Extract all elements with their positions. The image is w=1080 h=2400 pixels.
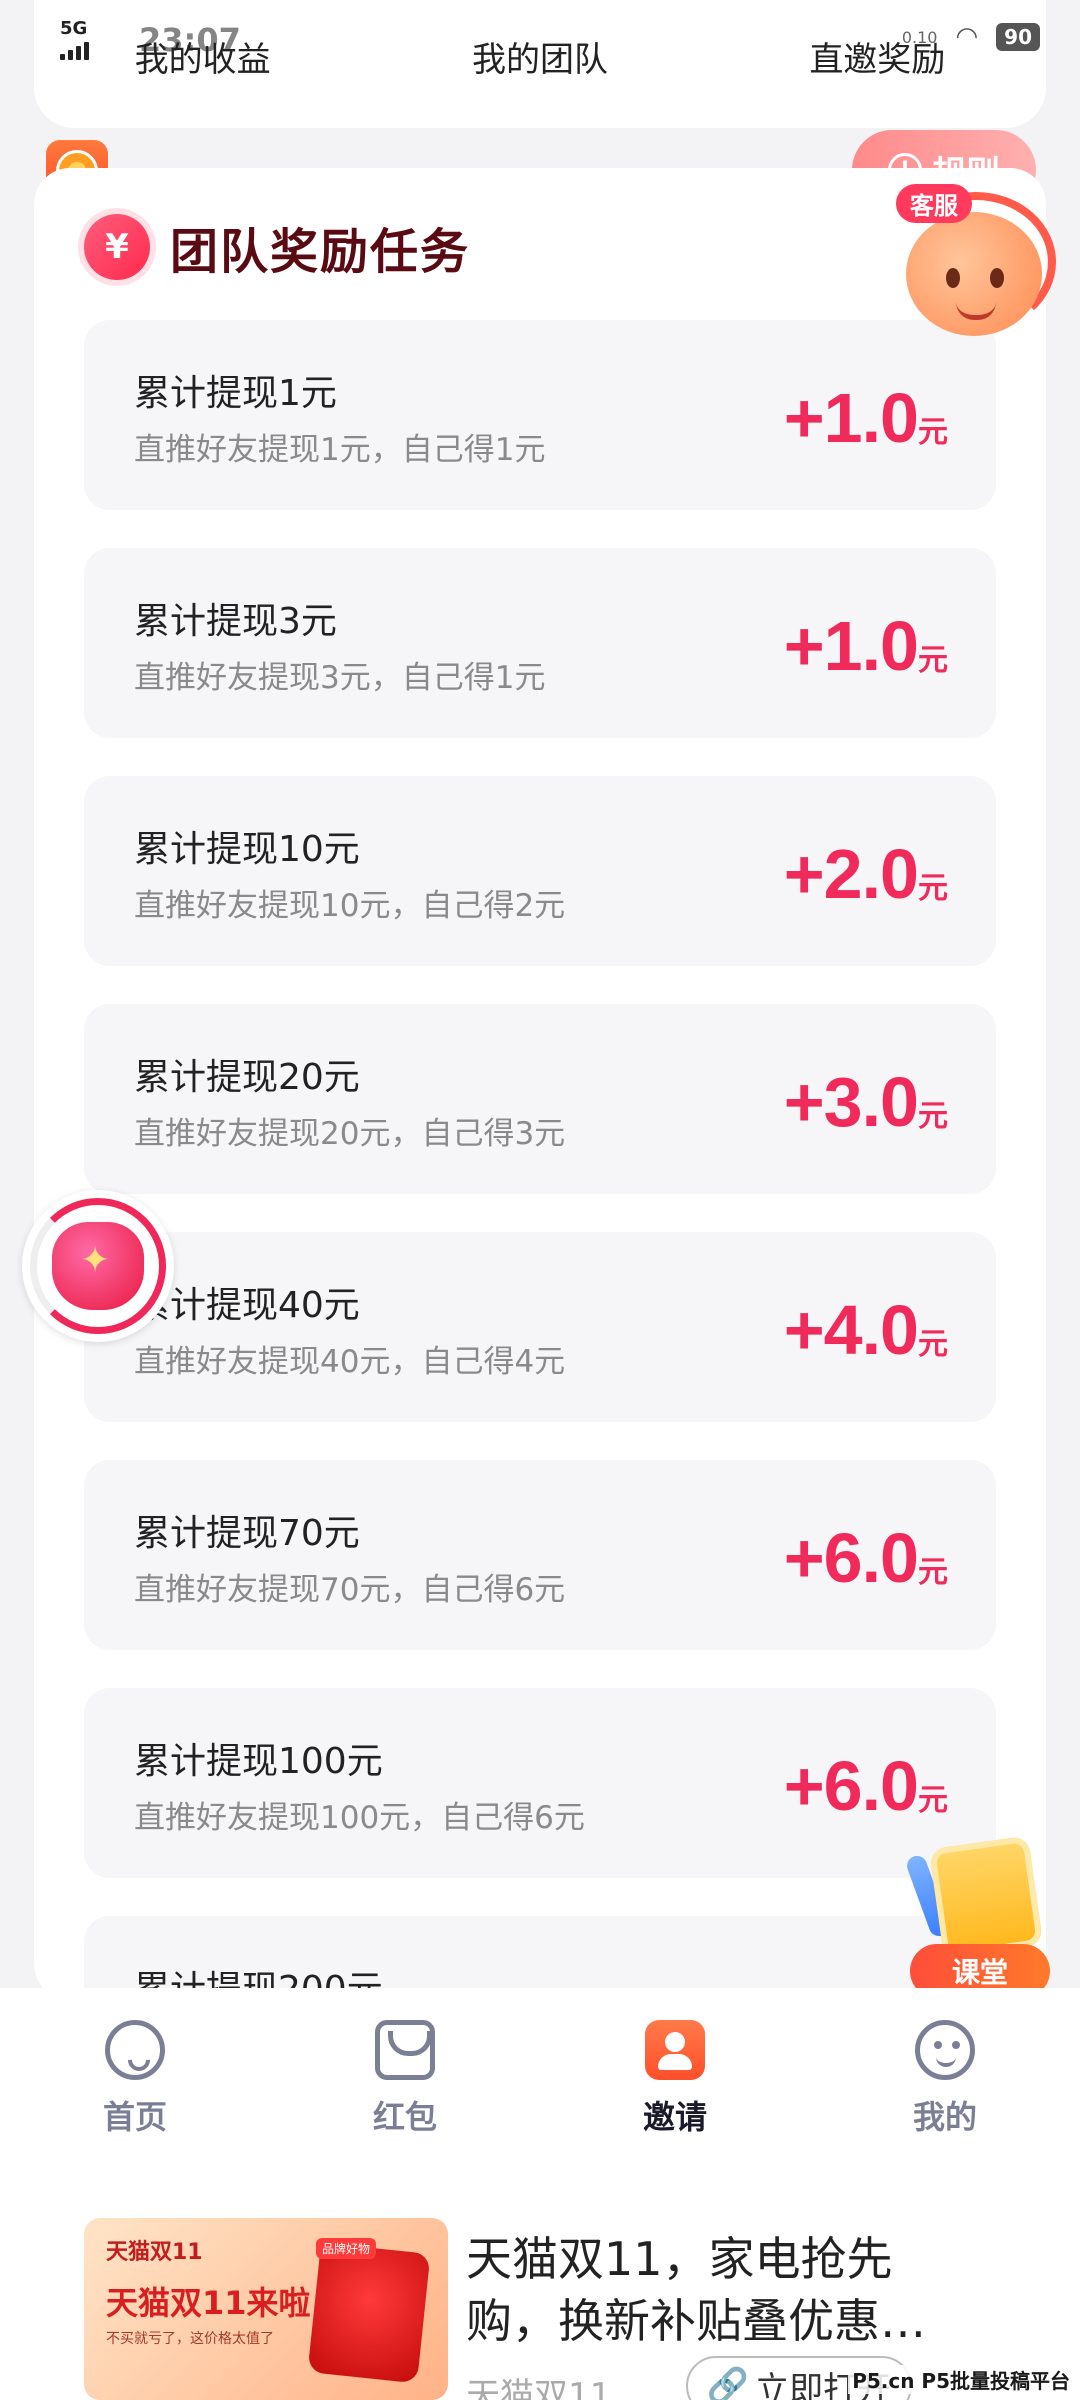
task-card[interactable]: 累计提现10元 直推好友提现10元，自己得2元 +2.0元 (84, 776, 996, 966)
task-reward: +1.0元 (784, 378, 948, 458)
ad-title[interactable]: 天猫双11，家电抢先购，换新补贴叠优惠… (466, 2228, 966, 2352)
task-desc: 直推好友提现3元，自己得1元 (134, 660, 546, 696)
ad-source: 天猫双11 (466, 2376, 612, 2400)
reward-unit: 元 (918, 872, 948, 905)
nav-invite-label: 邀请 (642, 2098, 707, 2136)
task-card[interactable]: 累计提现20元 直推好友提现20元，自己得3元 +3.0元 (84, 1004, 996, 1194)
red-packet-icon (375, 2020, 435, 2080)
reward-amount: +6.0 (783, 1747, 919, 1825)
nav-home[interactable]: 首页 (0, 1988, 270, 2178)
nav-profile-label: 我的 (912, 2098, 977, 2136)
ad-image[interactable]: 天猫双11 天猫双11来啦 不买就亏了，这价格太值了 品牌好物 (84, 2218, 448, 2400)
ad-image-tag: 品牌好物 (316, 2238, 377, 2259)
reward-unit: 元 (918, 1556, 948, 1589)
task-desc: 直推好友提现20元，自己得3元 (134, 1116, 566, 1152)
task-desc: 直推好友提现70元，自己得6元 (134, 1572, 566, 1608)
task-title: 累计提现10元 (134, 829, 360, 870)
reward-amount: +6.0 (783, 1519, 919, 1597)
task-card[interactable]: 累计提现1元 直推好友提现1元，自己得1元 +1.0元 (84, 320, 996, 510)
course-button[interactable]: 课堂 (904, 1834, 1050, 2004)
task-reward: +4.0元 (784, 1290, 948, 1370)
floating-gift-button[interactable]: ✦ (22, 1190, 174, 1342)
bottom-nav: 首页 红包 邀请 我的 (0, 1988, 1080, 2178)
sparkle-icon: ✦ (80, 1240, 111, 1281)
mouth (956, 302, 996, 320)
task-title: 累计提现20元 (134, 1057, 360, 1098)
reward-unit: 元 (918, 416, 948, 449)
task-card[interactable]: 累计提现40元 直推好友提现40元，自己得4元 +4.0元 (84, 1232, 996, 1422)
ad-image-slogan: 天猫双11来啦 (106, 2284, 311, 2322)
watermark: P5.cn P5批量投稿平台 (848, 2365, 1074, 2394)
page: 5G 23:07 0.10 ◠ 90 我的收益 我的团队 直邀奖励 橙柚 ! 规… (0, 0, 1080, 2400)
reward-amount: +2.0 (783, 835, 919, 913)
reward-amount: +1.0 (783, 607, 919, 685)
task-reward: +6.0元 (784, 1746, 948, 1826)
book-icon (928, 1835, 1044, 1959)
task-reward: +1.0元 (784, 606, 948, 686)
task-reward: +2.0元 (784, 834, 948, 914)
task-title: 累计提现1元 (134, 373, 337, 414)
task-card[interactable]: 累计提现3元 直推好友提现3元，自己得1元 +1.0元 (84, 548, 996, 738)
red-envelope-icon (307, 2242, 431, 2384)
task-desc: 直推好友提现40元，自己得4元 (134, 1344, 566, 1380)
task-desc: 直推好友提现10元，自己得2元 (134, 888, 566, 924)
task-desc: 直推好友提现1元，自己得1元 (134, 432, 546, 468)
ad-banner[interactable]: 天猫双11 天猫双11来啦 不买就亏了，这价格太值了 品牌好物 天猫双11，家电… (0, 2178, 1080, 2400)
home-icon (105, 2020, 165, 2080)
task-reward: +6.0元 (784, 1518, 948, 1598)
nav-home-label: 首页 (102, 2098, 167, 2136)
team-reward-panel: ¥ 团队奖励任务 累计提现1元 直推好友提现1元，自己得1元 +1.0元 累计提… (34, 168, 1046, 2106)
yen-icon: ¥ (84, 214, 150, 280)
nav-red-packet-label: 红包 (372, 2098, 437, 2136)
task-title: 累计提现100元 (134, 1741, 383, 1782)
section-title: 团队奖励任务 (170, 224, 471, 280)
nav-profile[interactable]: 我的 (810, 1988, 1080, 2178)
top-tabs: 我的收益 我的团队 直邀奖励 (34, 32, 1046, 81)
reward-amount: +4.0 (783, 1291, 919, 1369)
reward-amount: +1.0 (783, 379, 919, 457)
invite-icon (645, 2020, 705, 2080)
customer-service-button[interactable]: 客服 (896, 182, 1060, 352)
task-reward: +3.0元 (784, 1062, 948, 1142)
task-card[interactable]: 累计提现100元 直推好友提现100元，自己得6元 +6.0元 (84, 1688, 996, 1878)
link-icon: 🔗 (706, 2366, 750, 2400)
task-desc: 直推好友提现100元，自己得6元 (134, 1800, 585, 1836)
nav-invite[interactable]: 邀请 (540, 1988, 810, 2178)
reward-unit: 元 (918, 1784, 948, 1817)
eye (990, 268, 1004, 288)
customer-service-label: 客服 (896, 184, 972, 223)
nav-red-packet[interactable]: 红包 (270, 1988, 540, 2178)
reward-amount: +3.0 (783, 1063, 919, 1141)
task-title: 累计提现3元 (134, 601, 337, 642)
task-title: 累计提现70元 (134, 1513, 360, 1554)
tab-my-team[interactable]: 我的团队 (390, 32, 690, 81)
ad-image-sub: 不买就亏了，这价格太值了 (106, 2331, 274, 2347)
robot-face-icon (906, 212, 1042, 336)
eye (946, 268, 960, 288)
tab-my-earnings[interactable]: 我的收益 (53, 32, 353, 81)
reward-unit: 元 (918, 1328, 948, 1361)
reward-unit: 元 (918, 644, 948, 677)
profile-icon (915, 2020, 975, 2080)
task-card[interactable]: 累计提现70元 直推好友提现70元，自己得6元 +6.0元 (84, 1460, 996, 1650)
section-header: ¥ 团队奖励任务 (84, 212, 470, 282)
ad-image-brand: 天猫双11 (106, 2240, 203, 2265)
tab-direct-invite-reward[interactable]: 直邀奖励 (727, 32, 1027, 81)
reward-unit: 元 (918, 1100, 948, 1133)
